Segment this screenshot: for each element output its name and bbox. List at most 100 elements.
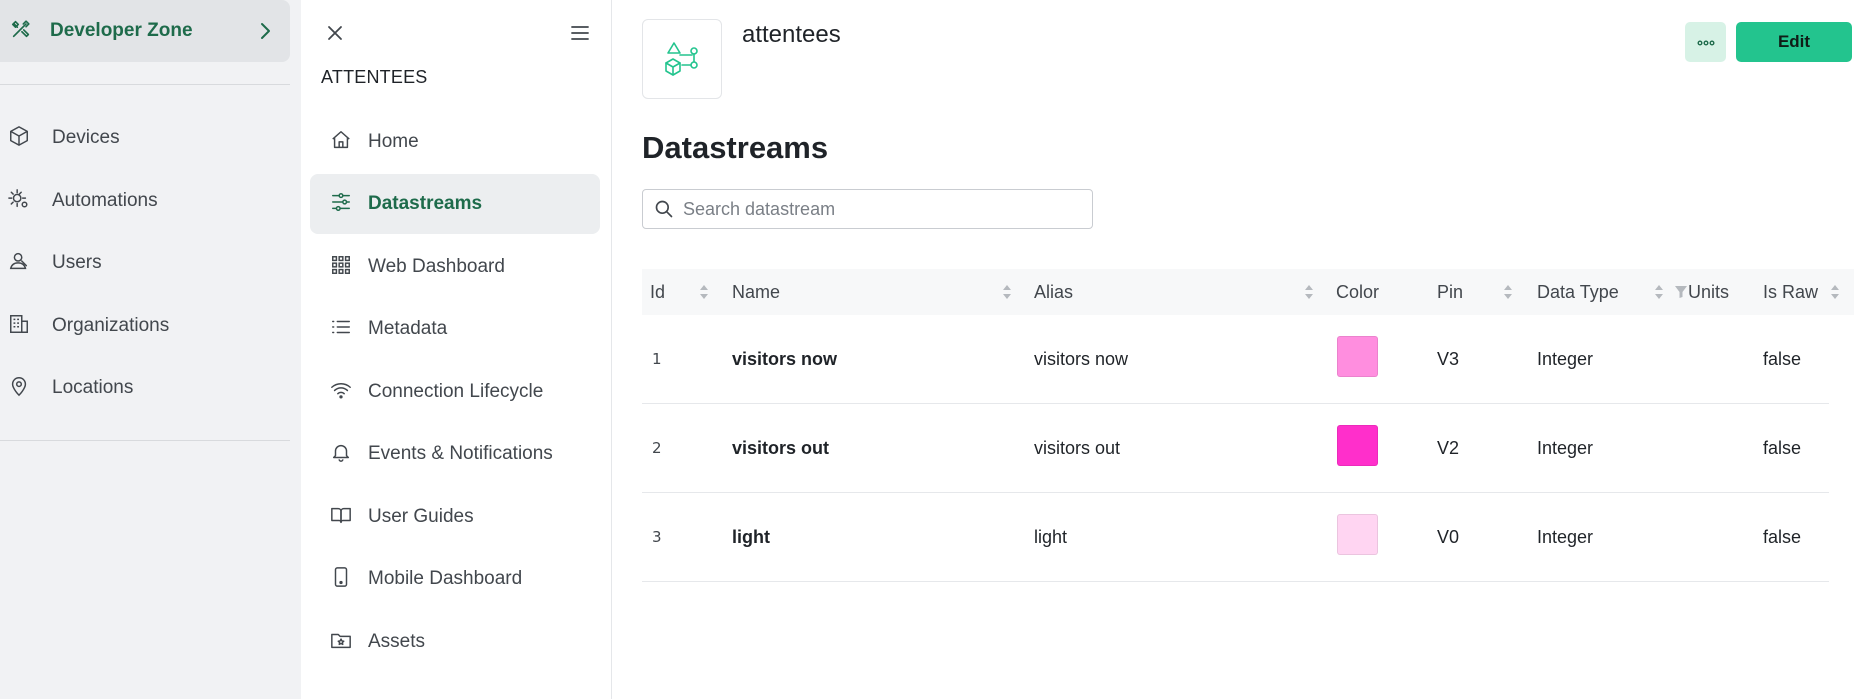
more-options-button[interactable] xyxy=(1685,22,1726,62)
sidebar-item-label: Automations xyxy=(52,190,158,211)
cell-alias: visitors out xyxy=(1034,437,1121,458)
nav-item-label: Metadata xyxy=(368,318,448,339)
sort-icon[interactable] xyxy=(1002,284,1012,305)
cell-is-raw: false xyxy=(1763,437,1802,458)
cell-alias: light xyxy=(1034,526,1068,547)
nav-item-mobile-dashboard[interactable]: Mobile Dashboard xyxy=(310,549,600,609)
book-icon xyxy=(330,504,352,531)
search-box xyxy=(642,189,1093,229)
product-sidebar: ATTENTEES Home Datastreams Web Dashboard… xyxy=(301,0,612,699)
nav-item-home[interactable]: Home xyxy=(310,112,600,172)
cell-name[interactable]: visitors out xyxy=(732,404,829,492)
cell-pin: V3 xyxy=(1437,348,1460,369)
bell-icon xyxy=(330,441,352,468)
developer-zone-item[interactable]: Developer Zone xyxy=(0,0,290,62)
phone-icon xyxy=(330,566,352,593)
column-header-alias[interactable]: Alias xyxy=(1034,269,1073,315)
close-icon[interactable] xyxy=(323,21,347,45)
nav-item-web-dashboard[interactable]: Web Dashboard xyxy=(310,237,600,297)
cell-id: 3 xyxy=(652,528,662,546)
sidebar-item-organizations[interactable]: Organizations xyxy=(0,304,290,348)
column-header-id[interactable]: Id xyxy=(650,269,665,315)
product-title: ATTENTEES xyxy=(321,67,428,87)
page-title: Datastreams xyxy=(642,130,829,165)
cell-alias: visitors now xyxy=(1034,348,1129,369)
sidebar-item-label: Devices xyxy=(52,127,120,148)
ellipsis-icon xyxy=(1697,33,1715,51)
cell-id: 1 xyxy=(652,350,662,368)
building-icon xyxy=(8,313,30,340)
nav-item-datastreams[interactable]: Datastreams xyxy=(310,174,600,234)
wifi-icon xyxy=(330,379,352,406)
column-header-color: Color xyxy=(1336,281,1380,302)
hamburger-menu-icon[interactable] xyxy=(568,21,592,45)
color-swatch xyxy=(1337,336,1378,377)
folder-star-icon xyxy=(330,629,352,656)
cell-data-type: Integer xyxy=(1537,348,1594,369)
home-icon xyxy=(330,129,352,156)
column-header-name[interactable]: Name xyxy=(732,269,780,315)
nav-item-label: User Guides xyxy=(368,506,474,527)
sort-icon[interactable] xyxy=(1304,284,1314,305)
nav-item-label: Connection Lifecycle xyxy=(368,381,544,402)
nav-item-events-notifications[interactable]: Events & Notifications xyxy=(310,424,600,484)
table-row[interactable]: 2 visitors out visitors out V2 Integer f… xyxy=(642,404,1829,493)
table-row[interactable]: 1 visitors now visitors now V3 Integer f… xyxy=(642,315,1829,404)
tools-icon xyxy=(10,18,32,45)
developer-zone-label: Developer Zone xyxy=(50,20,193,41)
cell-data-type: Integer xyxy=(1537,437,1594,458)
main-content: attentees Edit Datastreams Id Name Alias… xyxy=(612,0,1872,699)
sidebar-divider xyxy=(0,440,290,441)
nav-item-label: Datastreams xyxy=(368,193,483,214)
nav-item-label: Events & Notifications xyxy=(368,443,553,464)
sliders-icon xyxy=(330,191,352,218)
cell-name[interactable]: visitors now xyxy=(732,315,837,403)
sidebar-item-devices[interactable]: Devices xyxy=(0,116,290,160)
location-pin-icon xyxy=(8,375,30,402)
product-name: attentees xyxy=(742,21,841,48)
sidebar-divider xyxy=(0,84,290,85)
user-icon xyxy=(8,250,30,277)
sidebar-item-automations[interactable]: Automations xyxy=(0,179,290,223)
filter-icon[interactable] xyxy=(1674,285,1688,304)
table-header: Id Name Alias Color Pin Data Type Units … xyxy=(642,269,1854,315)
global-sidebar: Developer Zone Devices Automations Users… xyxy=(0,0,301,699)
edit-button[interactable]: Edit xyxy=(1736,22,1852,62)
sort-icon[interactable] xyxy=(699,284,709,305)
sidebar-item-label: Organizations xyxy=(52,315,170,336)
sort-icon[interactable] xyxy=(1654,284,1664,305)
sort-icon[interactable] xyxy=(1830,284,1840,305)
nav-item-label: Web Dashboard xyxy=(368,256,505,277)
table-row[interactable]: 3 light light V0 Integer false xyxy=(642,493,1829,582)
sidebar-item-label: Users xyxy=(52,252,102,273)
color-swatch xyxy=(1337,425,1378,466)
search-input[interactable] xyxy=(683,190,1083,228)
cell-pin: V0 xyxy=(1437,526,1460,547)
cell-pin: V2 xyxy=(1437,437,1460,458)
nav-item-label: Mobile Dashboard xyxy=(368,568,523,589)
sort-icon[interactable] xyxy=(1503,284,1513,305)
nav-item-user-guides[interactable]: User Guides xyxy=(310,487,600,547)
column-header-data-type[interactable]: Data Type xyxy=(1537,269,1619,315)
column-header-units: Units xyxy=(1688,281,1730,302)
nav-item-metadata[interactable]: Metadata xyxy=(310,299,600,359)
search-icon xyxy=(654,199,674,224)
cell-name[interactable]: light xyxy=(732,493,770,581)
nav-item-label: Assets xyxy=(368,631,426,652)
sidebar-item-users[interactable]: Users xyxy=(0,241,290,285)
column-header-is-raw[interactable]: Is Raw xyxy=(1763,269,1818,315)
nav-item-connection-lifecycle[interactable]: Connection Lifecycle xyxy=(310,362,600,422)
color-swatch xyxy=(1337,514,1378,555)
sidebar-item-locations[interactable]: Locations xyxy=(0,366,290,410)
nav-item-label: Home xyxy=(368,131,419,152)
cell-id: 2 xyxy=(652,439,662,457)
column-header-pin[interactable]: Pin xyxy=(1437,269,1463,315)
product-icon xyxy=(642,19,722,99)
sun-gear-icon xyxy=(8,188,30,215)
nav-item-assets[interactable]: Assets xyxy=(310,612,600,672)
grid-icon xyxy=(330,254,352,281)
cell-is-raw: false xyxy=(1763,348,1802,369)
cube-icon xyxy=(8,125,30,152)
cell-data-type: Integer xyxy=(1537,526,1594,547)
cell-is-raw: false xyxy=(1763,526,1802,547)
